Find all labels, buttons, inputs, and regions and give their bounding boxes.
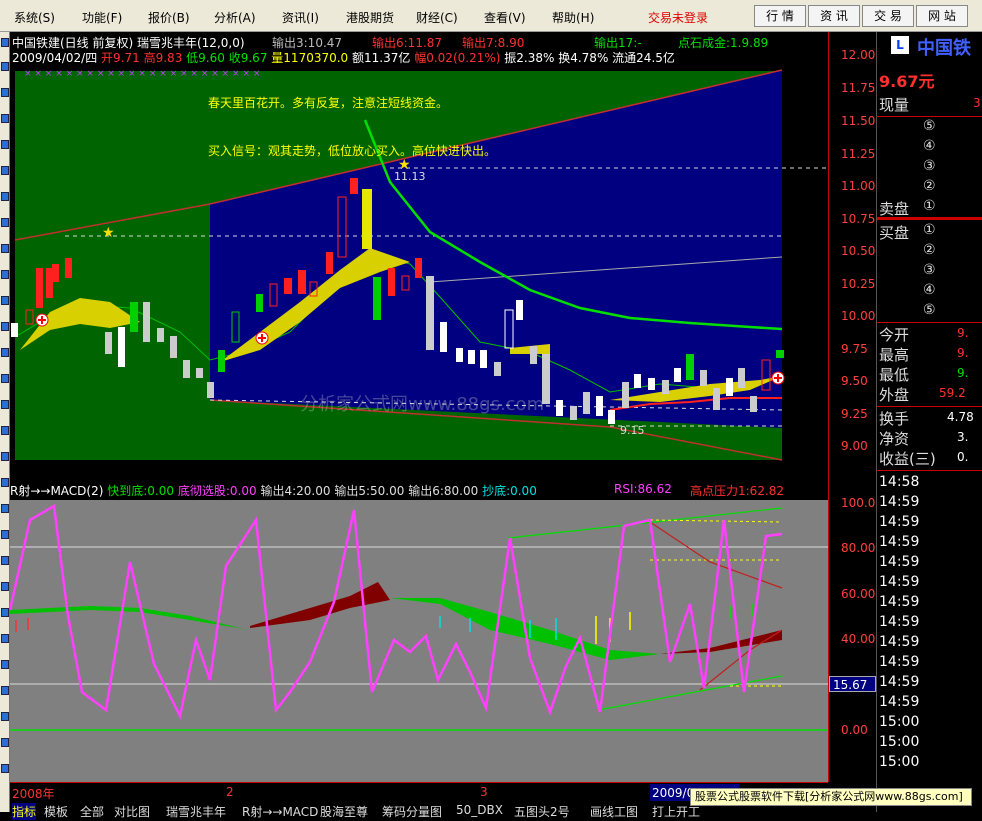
tool-icon[interactable] [1,62,9,71]
tool-icon[interactable] [1,400,9,409]
left-toolbar [0,32,10,812]
menu-help[interactable]: 帮助(H) [552,9,594,26]
tab-template[interactable]: 模板 [44,803,68,820]
tool-icon[interactable] [1,504,9,513]
tool-icon[interactable] [1,140,9,149]
sell-label: 卖盘 [879,200,910,218]
menu-news[interactable]: 资讯(I) [282,9,319,26]
tab-chips[interactable]: 筹码分量图 [382,803,442,820]
rsi-value: RSI:86.62 [614,482,672,496]
tool-icon[interactable] [1,426,9,435]
tool-icon[interactable] [1,530,9,539]
website-button[interactable]: 网 站 [916,5,968,27]
tab-wutu[interactable]: 五图头2号 [514,803,570,820]
site-banner[interactable]: 股票公式股票软件下载[分析家公式网www.88gs.com] [690,788,972,806]
tool-icon[interactable] [1,712,9,721]
indicator-panel[interactable]: R射→→MACD(2) 快到底:0.00 底彻选股:0.00 输出4:20.00… [8,480,828,782]
current-price: 9.67元 [879,72,935,91]
tab-strip: 指标 模板 全部 对比图 瑞雪兆丰年 R射→→MACD 股海至尊 筹码分量图 5… [10,801,730,821]
indicator-chart[interactable] [8,480,828,782]
tool-icon[interactable] [1,270,9,279]
indicator-current: 15.67 [833,678,868,692]
tool-icon[interactable] [1,634,9,643]
tool-icon[interactable] [1,556,9,565]
tool-icon[interactable] [1,738,9,747]
watermark: 分析家公式网www.88gs.com [300,394,545,415]
tool-icon[interactable] [1,322,9,331]
tool-icon[interactable] [1,244,9,253]
tab-macd[interactable]: R射→→MACD [242,803,318,820]
tab-50dbx[interactable]: 50_DBX [456,803,503,817]
tool-icon[interactable] [1,452,9,461]
stock-name: 中国铁 [917,38,971,59]
trade-button[interactable]: 交 易 [862,5,914,27]
svg-text:★: ★ [102,225,115,241]
tool-icon[interactable] [1,88,9,97]
tab-indicator[interactable]: 指标 [12,803,37,820]
price-chart[interactable]: ★ ★ × × × × × × × × × × × × × × × × × × … [10,32,828,478]
tab-draw[interactable]: 画线工图 [590,803,638,820]
menu-finance[interactable]: 财经(C) [416,9,458,26]
strategy-note-2: 买入信号：观其走势，低位放心买入。高位快进快出。 [208,144,497,158]
market-button[interactable]: 行 情 [754,5,806,27]
tool-icon[interactable] [1,218,9,227]
bottom-bar: 2008年 2 3 2009/04/02/四 指标 模板 全部 对比图 瑞雪兆丰… [10,782,972,821]
tool-icon[interactable] [1,660,9,669]
menu-hk-futures[interactable]: 港股期货 [346,9,394,26]
high-mark: 11.13 [394,170,426,183]
tool-icon[interactable] [1,166,9,175]
stone-gold: 点石成金:1.9.89 [678,36,769,50]
tool-icon[interactable] [1,38,9,47]
trade-login-status[interactable]: 交易未登录 [648,9,708,26]
tab-ruixue[interactable]: 瑞雪兆丰年 [166,803,226,820]
tool-icon[interactable] [1,686,9,695]
tool-icon[interactable] [1,478,9,487]
pressure-value: 高点压力1:62.82 [690,484,785,498]
quote-panel: L 中国铁 9.67元 现量 3 ⑤ ④ ③ ② 卖盘 ① 买盘 ① ② ③ ④… [876,32,982,812]
menu-bar: 系统(S) 功能(F) 报价(B) 分析(A) 资讯(I) 港股期货 财经(C)… [0,0,982,32]
logo-icon: L [891,36,909,54]
tool-icon[interactable] [1,296,9,305]
tab-guhai[interactable]: 股海至尊 [320,803,368,820]
buy-label: 买盘 [879,224,910,242]
menu-view[interactable]: 查看(V) [484,9,526,26]
menu-quote[interactable]: 报价(B) [148,9,190,26]
news-button[interactable]: 资 讯 [808,5,860,27]
tool-icon[interactable] [1,764,9,773]
tab-compare[interactable]: 对比图 [114,803,150,820]
tool-icon[interactable] [1,374,9,383]
strategy-note-1: 春天里百花开。多有反复，注意注短线资金。 [208,96,449,110]
tool-icon[interactable] [1,192,9,201]
tool-icon[interactable] [1,348,9,357]
tool-icon[interactable] [1,582,9,591]
tool-icon[interactable] [1,608,9,617]
ohlc-line: 2009/04/02/四 开9.71 高9.83 低9.60 收9.67 量11… [12,51,675,65]
menu-function[interactable]: 功能(F) [82,9,122,26]
price-axis: 12.00 11.75 11.50 11.25 11.00 10.75 10.5… [828,32,883,812]
low-mark: 9.15 [620,424,645,437]
tab-all[interactable]: 全部 [80,803,104,820]
menu-analysis[interactable]: 分析(A) [214,9,256,26]
indicator-header: R射→→MACD(2) 快到底:0.00 底彻选股:0.00 输出4:20.00… [10,482,785,498]
tool-icon[interactable] [1,114,9,123]
menu-system[interactable]: 系统(S) [14,9,55,26]
svg-text:× × × × × × × × × × × × × × ×: × × × × × × × × × × × × × × × × × × × × … [24,69,260,79]
